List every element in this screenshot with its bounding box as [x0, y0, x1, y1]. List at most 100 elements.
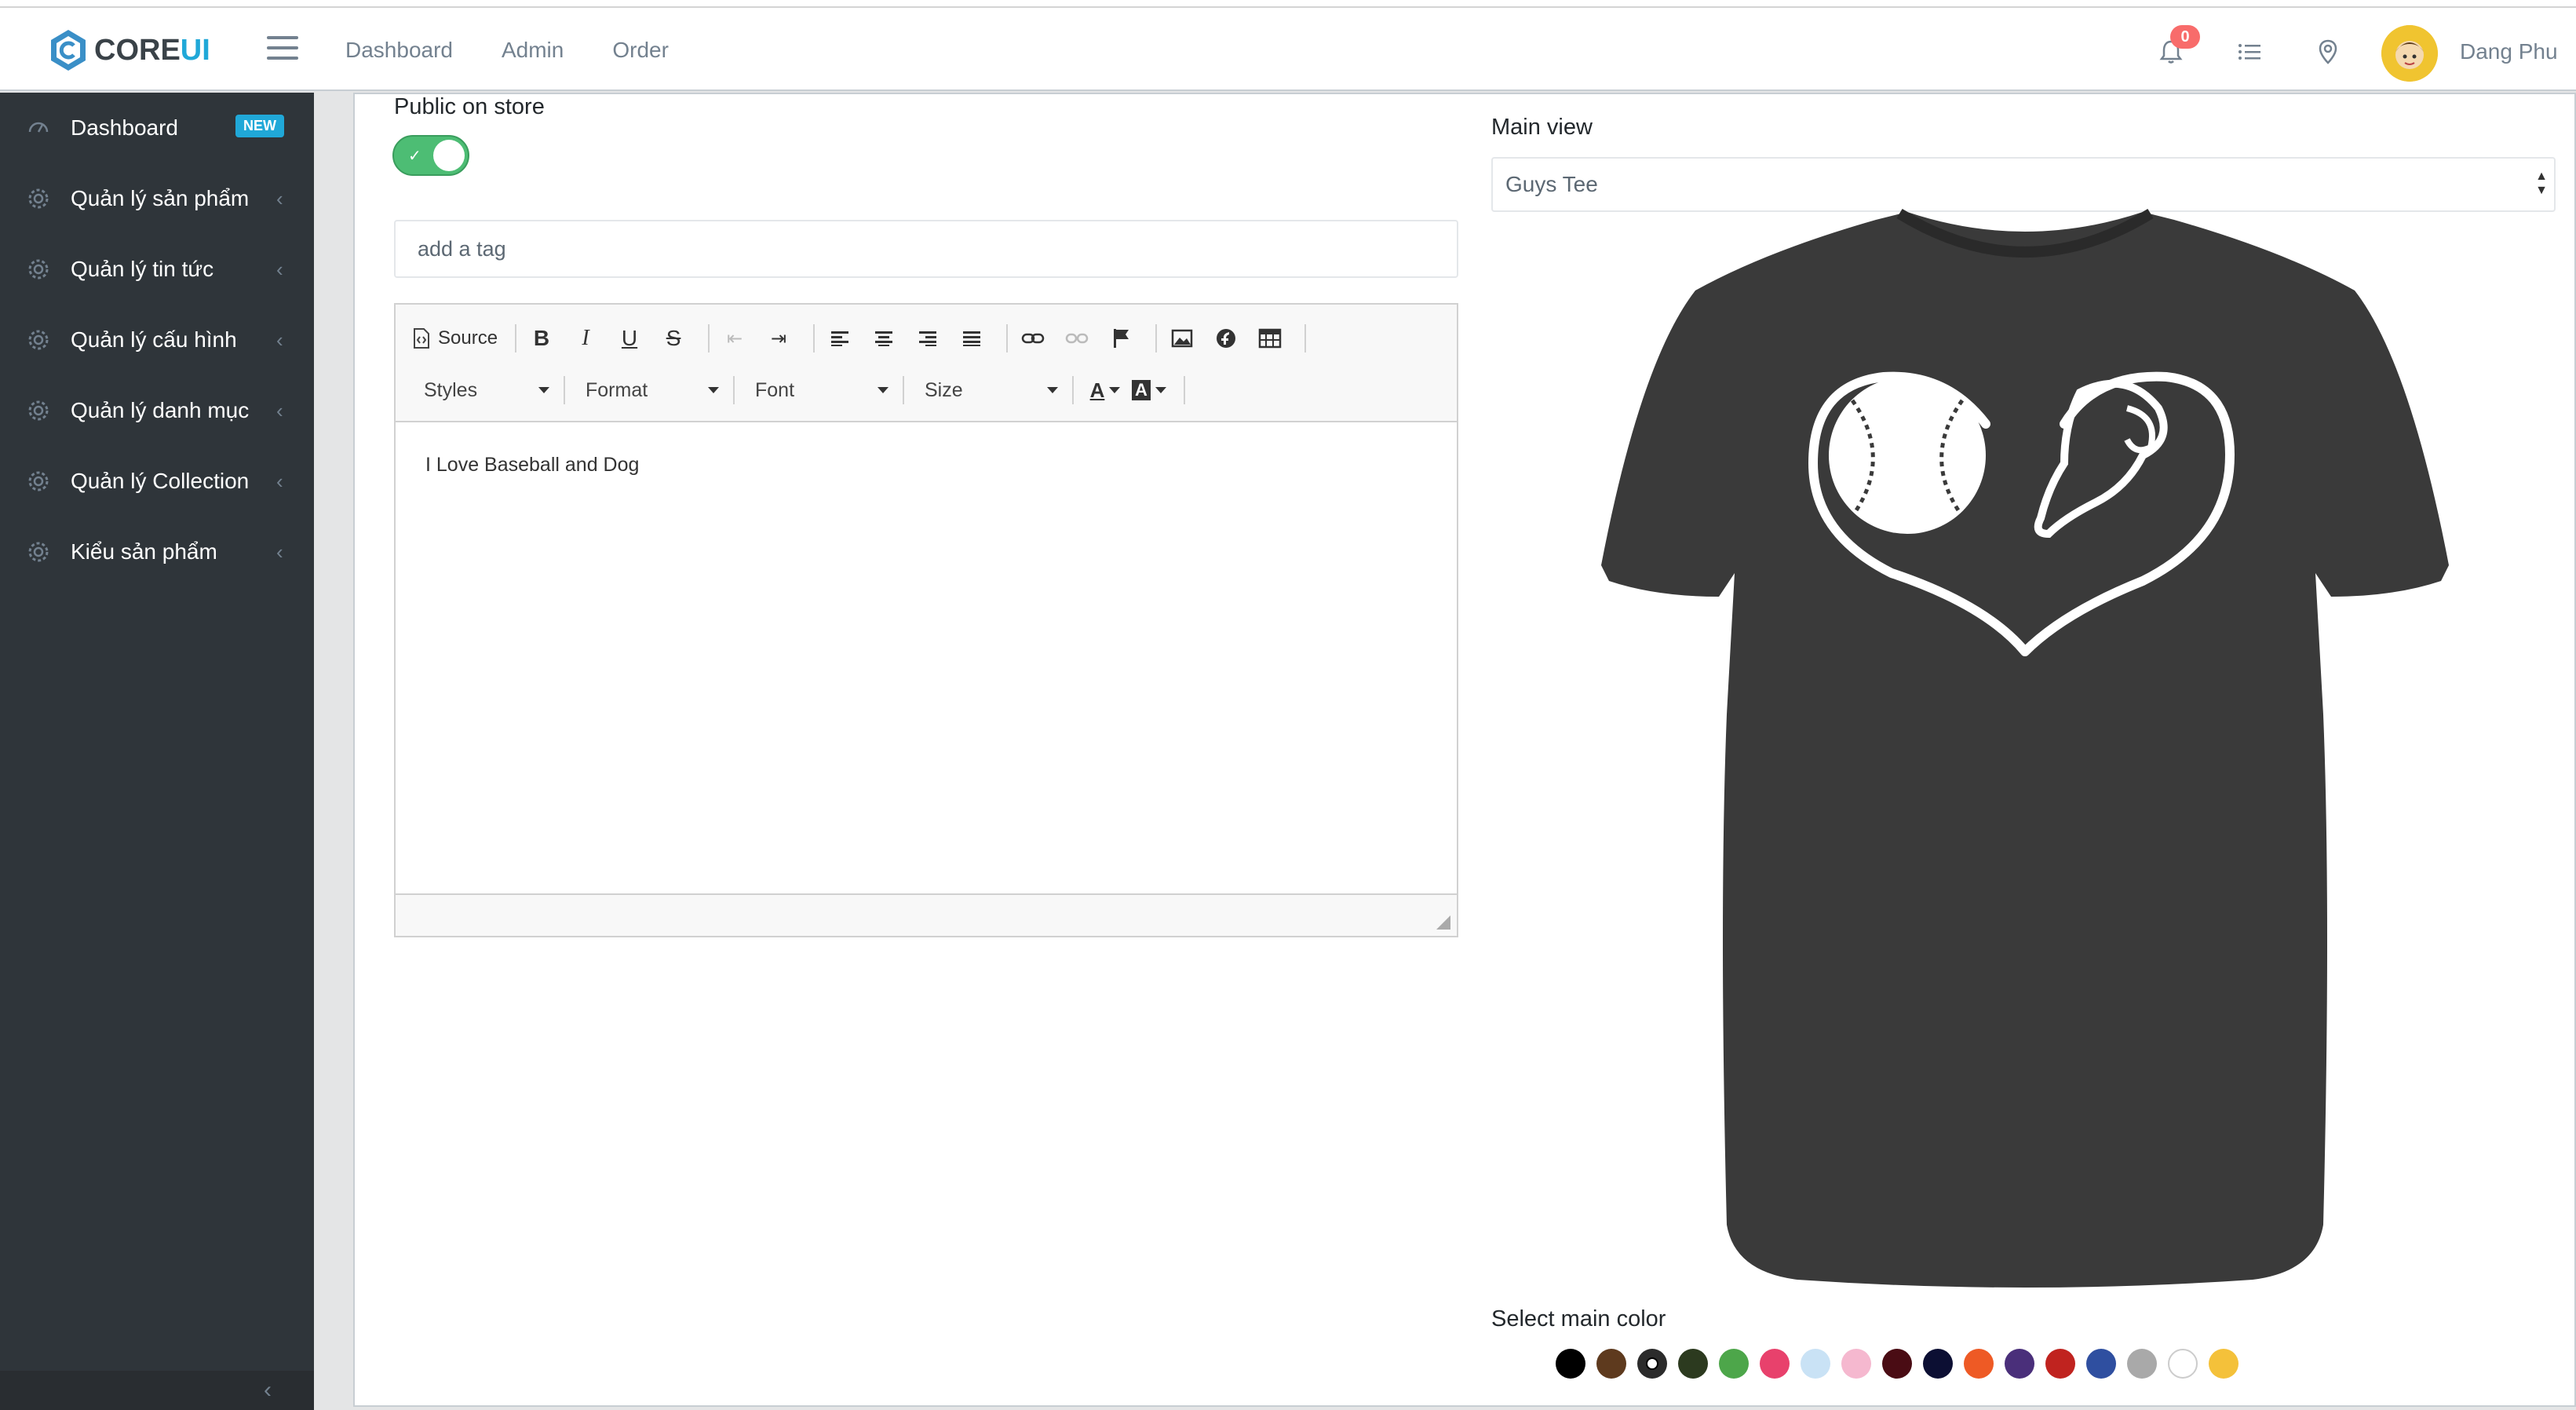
toolbar-row-1: Source B I U S ⇤ ⇥ [411, 319, 1314, 358]
background-color-button[interactable]: A [1132, 373, 1166, 407]
color-swatch[interactable] [1596, 1349, 1626, 1379]
size-dropdown[interactable]: Size [912, 374, 1064, 406]
caret-down-icon [878, 387, 888, 393]
sidebar-item-news[interactable]: Quản lý tin tức ‹ [0, 234, 314, 305]
image-button[interactable] [1165, 321, 1199, 356]
toolbar-separator [515, 324, 517, 352]
table-icon [1258, 328, 1282, 349]
color-swatch[interactable] [2045, 1349, 2075, 1379]
toolbar-row-2: Styles Format Font Size A A [411, 371, 1193, 410]
nav-order[interactable]: Order [612, 38, 669, 63]
public-on-store-label: Public on store [394, 94, 545, 119]
italic-button[interactable]: I [568, 321, 603, 356]
source-icon [414, 328, 429, 349]
justify-button[interactable] [954, 321, 989, 356]
chevron-left-icon: ‹ [276, 398, 283, 422]
flash-button[interactable] [1209, 321, 1243, 356]
outdent-button[interactable]: ⇤ [717, 321, 752, 356]
font-label: Font [755, 378, 795, 401]
color-swatch[interactable] [1801, 1349, 1830, 1379]
list-icon[interactable] [2235, 38, 2264, 66]
sidebar-item-collection[interactable]: Quản lý Collection ‹ [0, 446, 314, 517]
sidebar-item-products[interactable]: Quản lý sản phẩm ‹ [0, 163, 314, 234]
editor-toolbar: Source B I U S ⇤ ⇥ Styles Format Font Si… [396, 305, 1457, 422]
toolbar-separator [564, 376, 565, 404]
align-left-button[interactable] [823, 321, 857, 356]
product-tshirt-image [1601, 209, 2449, 1288]
editor-content[interactable]: I Love Baseball and Dog [396, 422, 1457, 895]
gear-icon [28, 400, 49, 421]
sidebar-item-dashboard[interactable]: Dashboard NEW [0, 93, 314, 163]
text-color-button[interactable]: A [1088, 373, 1122, 407]
align-center-button[interactable] [867, 321, 901, 356]
user-name[interactable]: Dang Phu [2460, 39, 2558, 64]
color-swatch[interactable] [1882, 1349, 1912, 1379]
toggle-knob [433, 140, 465, 171]
brand-logo[interactable]: COREUI [49, 27, 210, 74]
underline-button[interactable]: U [612, 321, 647, 356]
format-dropdown[interactable]: Format [573, 374, 725, 406]
chevron-left-icon: ‹ [276, 327, 283, 352]
link-icon [1021, 333, 1045, 344]
toolbar-separator [1072, 376, 1074, 404]
color-swatch[interactable] [1760, 1349, 1790, 1379]
strikethrough-button[interactable]: S [656, 321, 691, 356]
avatar-face-icon [2381, 25, 2438, 82]
color-swatch[interactable] [1964, 1349, 1994, 1379]
sidebar-minimizer[interactable]: ‹ [0, 1371, 314, 1410]
align-left-icon [831, 331, 849, 346]
bold-button[interactable]: B [524, 321, 559, 356]
speedometer-icon [28, 122, 49, 133]
nav-dashboard[interactable]: Dashboard [345, 38, 453, 63]
toolbar-separator [903, 376, 904, 404]
sidebar-item-categories[interactable]: Quản lý danh mục ‹ [0, 375, 314, 446]
chevron-left-icon: ‹ [276, 469, 283, 493]
select-arrows-icon: ▲ ▼ [2535, 170, 2548, 197]
sidebar-item-config[interactable]: Quản lý cấu hình ‹ [0, 305, 314, 375]
color-swatch[interactable] [1678, 1349, 1708, 1379]
align-center-icon [875, 331, 893, 346]
color-swatch[interactable] [1556, 1349, 1585, 1379]
main-view-label: Main view [1491, 115, 1593, 140]
color-swatch[interactable] [1719, 1349, 1749, 1379]
color-swatch[interactable] [1923, 1349, 1953, 1379]
toolbar-separator [708, 324, 710, 352]
sidebar-item-label: Quản lý Collection [71, 469, 250, 493]
styles-dropdown[interactable]: Styles [411, 374, 556, 406]
flag-icon [1114, 329, 1129, 348]
resize-handle[interactable] [1436, 915, 1450, 930]
app-header: COREUI Dashboard Admin Order 0 Dang Phu [0, 8, 2576, 91]
color-swatch[interactable] [2086, 1349, 2116, 1379]
public-on-store-toggle[interactable]: ✓ [392, 135, 469, 176]
color-swatch[interactable] [2209, 1349, 2238, 1379]
toolbar-separator [1006, 324, 1009, 352]
user-avatar[interactable] [2381, 25, 2438, 82]
color-swatch[interactable] [1637, 1349, 1667, 1379]
link-button[interactable] [1016, 321, 1050, 356]
color-swatch[interactable] [2005, 1349, 2034, 1379]
align-right-button[interactable] [910, 321, 945, 356]
color-swatch[interactable] [1841, 1349, 1871, 1379]
sidebar-toggle-button[interactable] [267, 36, 298, 63]
chevron-left-icon: ‹ [264, 1377, 272, 1403]
bg-color-icon: A [1132, 380, 1151, 400]
image-icon [1171, 329, 1193, 348]
caret-down-icon [708, 387, 719, 393]
tag-input[interactable]: add a tag [394, 220, 1458, 278]
caret-down-icon [1047, 387, 1058, 393]
toolbar-separator [1155, 324, 1158, 352]
unlink-button[interactable] [1060, 321, 1094, 356]
source-button[interactable]: Source [411, 321, 498, 356]
font-dropdown[interactable]: Font [743, 374, 895, 406]
sidebar-item-product-types[interactable]: Kiểu sản phẩm ‹ [0, 517, 314, 587]
notification-badge: 0 [2170, 25, 2200, 49]
location-pin-icon[interactable] [2314, 38, 2342, 66]
nav-admin[interactable]: Admin [502, 38, 564, 63]
gear-icon [28, 471, 49, 491]
color-swatch[interactable] [2127, 1349, 2157, 1379]
brand-name: COREUI [94, 33, 210, 67]
color-swatch[interactable] [2168, 1349, 2198, 1379]
anchor-button[interactable] [1104, 321, 1138, 356]
indent-button[interactable]: ⇥ [761, 321, 796, 356]
table-button[interactable] [1253, 321, 1287, 356]
